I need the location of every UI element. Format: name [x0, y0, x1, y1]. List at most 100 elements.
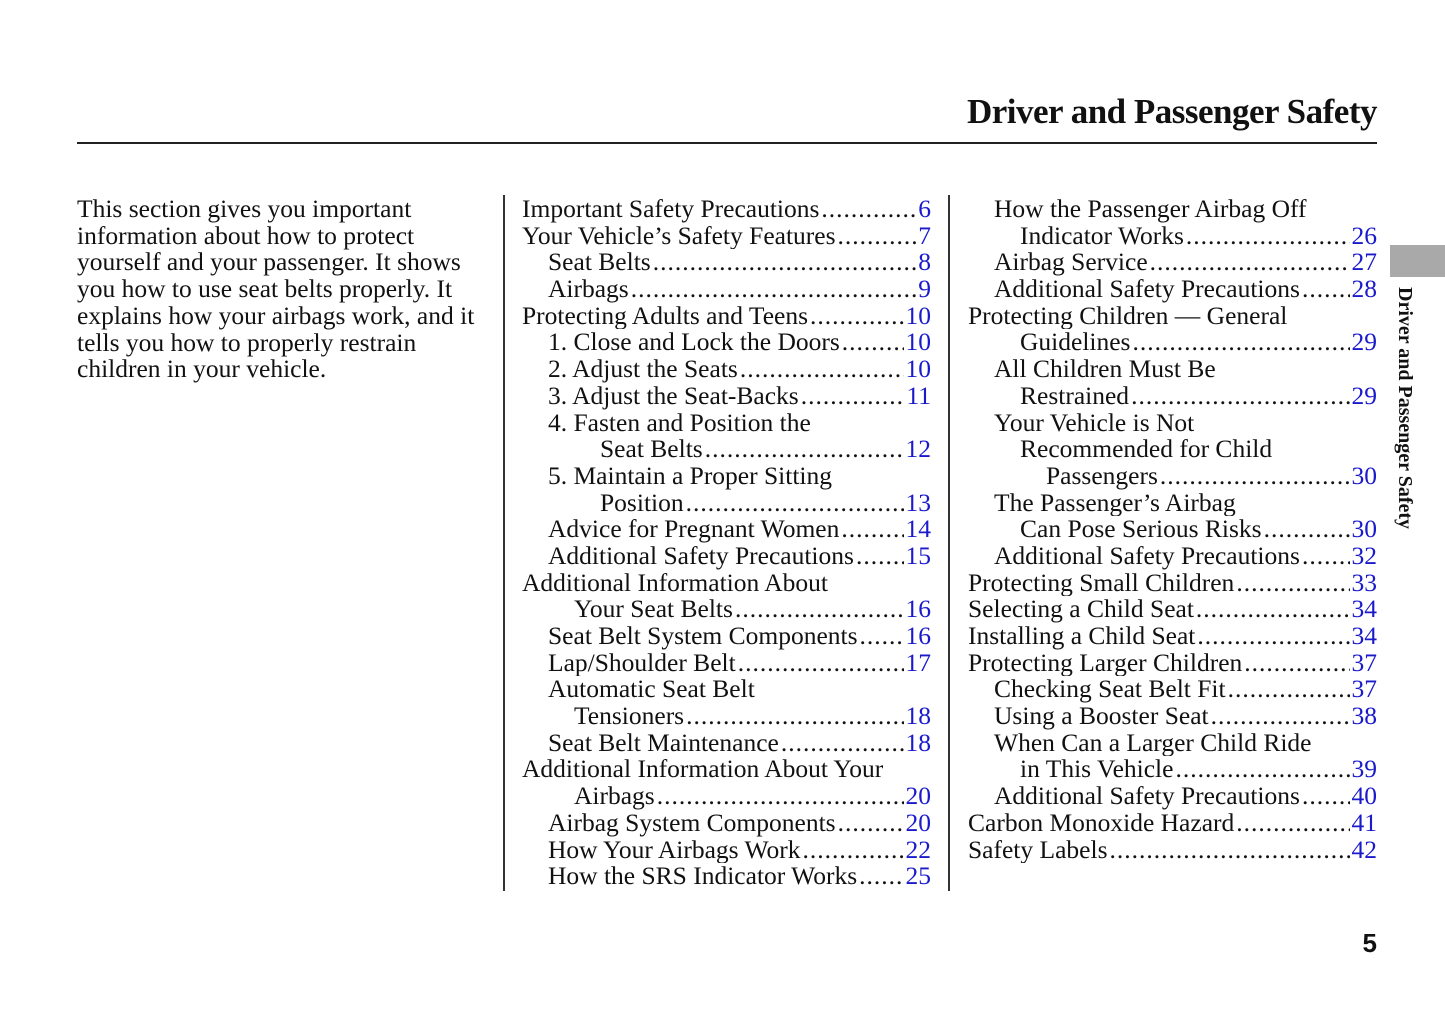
toc-entry[interactable]: Protecting Small Children 33	[968, 570, 1377, 597]
toc-entry[interactable]: Airbag Service 27	[968, 249, 1377, 276]
toc-page-link[interactable]: 18	[906, 730, 932, 757]
toc-entry-title: 1. Close and Lock the Doors	[548, 329, 840, 357]
toc-page-link[interactable]: 33	[1352, 570, 1378, 597]
toc-page-link[interactable]: 38	[1352, 703, 1378, 730]
toc-entry[interactable]: 3. Adjust the Seat-Backs 11	[522, 383, 931, 410]
toc-entry[interactable]: When Can a Larger Child Ride in This Vehi…	[968, 730, 1377, 783]
toc-entry-title: Your Vehicle’s Safety Features	[522, 222, 836, 250]
toc-entry[interactable]: Advice for Pregnant Women 14	[522, 516, 931, 543]
toc-page-link[interactable]: 18	[906, 703, 932, 730]
toc-page-link[interactable]: 12	[906, 436, 932, 463]
toc-entry[interactable]: Installing a Child Seat 34	[968, 623, 1377, 650]
toc-page-link[interactable]: 10	[906, 329, 932, 356]
toc-entry[interactable]: Additional Safety Precautions 32	[968, 543, 1377, 570]
leader-dots	[856, 543, 904, 570]
toc-entry-title: How the Passenger Airbag Off	[994, 196, 1307, 223]
toc-page-link[interactable]: 22	[906, 837, 932, 864]
toc-entry[interactable]: Carbon Monoxide Hazard 41	[968, 810, 1377, 837]
toc-page-link[interactable]: 10	[906, 303, 932, 330]
toc-entry[interactable]: Airbag System Components 20	[522, 810, 931, 837]
toc-entry[interactable]: 5. Maintain a Proper SittingPosition 13	[522, 463, 931, 516]
toc-page-link[interactable]: 14	[906, 516, 932, 543]
toc-entry[interactable]: The Passenger’s Airbag Can Pose Serious R…	[968, 490, 1377, 543]
toc-page-link[interactable]: 30	[1352, 516, 1378, 543]
toc-entry[interactable]: Additional Information About Your Seat Be…	[522, 570, 931, 623]
toc-page-link[interactable]: 9	[918, 276, 931, 303]
toc-page-link[interactable]: 37	[1352, 676, 1378, 703]
toc-entry[interactable]: How the Passenger Airbag Off Indicator Wo…	[968, 196, 1377, 249]
toc-entry[interactable]: Airbags 9	[522, 276, 931, 303]
toc-page-link[interactable]: 37	[1352, 650, 1378, 677]
toc-entry[interactable]: All Children Must BeRestrained 29	[968, 356, 1377, 409]
leader-dots	[859, 863, 903, 890]
toc-entry-title: Installing a Child Seat	[968, 623, 1196, 650]
toc-page-link[interactable]: 30	[1352, 463, 1378, 490]
toc-page-link[interactable]: 15	[906, 543, 932, 570]
toc-entry[interactable]: Protecting Larger Children 37	[968, 650, 1377, 677]
toc-entry[interactable]: How the SRS Indicator Works 25	[522, 863, 931, 890]
toc-entry[interactable]: Seat Belt System Components 16	[522, 623, 931, 650]
section-tab	[1390, 245, 1445, 277]
toc-entry[interactable]: Protecting Children — GeneralGuidelines 2…	[968, 303, 1377, 356]
toc-entry-title: Additional Information About	[522, 569, 828, 597]
toc-entry[interactable]: Seat Belts 8	[522, 249, 931, 276]
toc-page-link[interactable]: 42	[1352, 837, 1378, 864]
toc-page-link[interactable]: 25	[906, 863, 932, 890]
toc-entry[interactable]: Protecting Adults and Teens 10	[522, 303, 931, 330]
toc-entry-title: Safety Labels	[968, 836, 1108, 864]
toc-page-link[interactable]: 41	[1352, 810, 1378, 837]
toc-page-link[interactable]: 17	[906, 650, 932, 677]
toc-entry[interactable]: Seat Belt Maintenance 18	[522, 730, 931, 757]
toc-entry[interactable]: 2. Adjust the Seats 10	[522, 356, 931, 383]
leader-dots	[657, 783, 904, 810]
toc-entry[interactable]: Checking Seat Belt Fit 37	[968, 676, 1377, 703]
toc-page-link[interactable]: 32	[1352, 543, 1378, 570]
toc-entry-title: Position	[600, 489, 684, 517]
header-rule	[77, 142, 1377, 144]
toc-entry[interactable]: Using a Booster Seat 38	[968, 703, 1377, 730]
toc-entry[interactable]: Selecting a Child Seat 34	[968, 596, 1377, 623]
toc-page-link[interactable]: 27	[1352, 249, 1378, 276]
toc-page-link[interactable]: 20	[906, 810, 932, 837]
toc-entry-title: Restrained	[1020, 382, 1130, 410]
toc-entry-title: Protecting Larger Children	[968, 649, 1243, 677]
leader-dots	[1236, 810, 1349, 837]
toc-entry[interactable]: Additional Safety Precautions 40	[968, 783, 1377, 810]
toc-page-link[interactable]: 8	[918, 249, 931, 276]
leader-dots	[705, 436, 904, 463]
toc-entry[interactable]: Additional Safety Precautions 15	[522, 543, 931, 570]
toc-page-link[interactable]: 40	[1352, 783, 1378, 810]
toc-page-link[interactable]: 11	[906, 383, 931, 410]
toc-entry-title: Can Pose Serious Risks	[1020, 516, 1262, 543]
toc-page-link[interactable]: 13	[906, 490, 932, 517]
toc-page-link[interactable]: 34	[1352, 623, 1378, 650]
leader-dots	[1186, 223, 1350, 250]
toc-entry[interactable]: 1. Close and Lock the Doors 10	[522, 329, 931, 356]
toc-page-link[interactable]: 10	[906, 356, 932, 383]
toc-page-link[interactable]: 16	[906, 596, 932, 623]
toc-entry[interactable]: Additional Safety Precautions 28	[968, 276, 1377, 303]
toc-page-link[interactable]: 7	[918, 223, 931, 250]
toc-entry[interactable]: How Your Airbags Work 22	[522, 837, 931, 864]
toc-page-link[interactable]: 29	[1352, 329, 1378, 356]
toc-page-link[interactable]: 16	[906, 623, 932, 650]
leader-dots	[841, 516, 903, 543]
toc-entry[interactable]: Automatic Seat BeltTensioners 18	[522, 676, 931, 729]
toc-entry-title: Selecting a Child Seat	[968, 596, 1194, 623]
toc-page-link[interactable]: 6	[918, 196, 931, 223]
toc-entry[interactable]: Your Vehicle is Not Recommended for Child…	[968, 410, 1377, 490]
leader-dots	[860, 623, 904, 650]
toc-page-link[interactable]: 34	[1352, 596, 1378, 623]
toc-entry[interactable]: Your Vehicle’s Safety Features 7	[522, 223, 931, 250]
toc-entry[interactable]: 4. Fasten and Position theSeat Belts 12	[522, 410, 931, 463]
toc-entry[interactable]: Lap/Shoulder Belt 17	[522, 650, 931, 677]
toc-page-link[interactable]: 29	[1352, 383, 1378, 410]
toc-entry[interactable]: Important Safety Precautions 6	[522, 196, 931, 223]
toc-page-link[interactable]: 26	[1352, 223, 1378, 250]
toc-page-link[interactable]: 20	[906, 783, 932, 810]
toc-page-link[interactable]: 39	[1352, 756, 1378, 783]
toc-entry[interactable]: Additional Information About Your Airbags…	[522, 756, 931, 809]
toc-entry[interactable]: Safety Labels 42	[968, 837, 1377, 864]
toc-page-link[interactable]: 28	[1352, 276, 1378, 303]
leader-dots	[1160, 463, 1350, 490]
